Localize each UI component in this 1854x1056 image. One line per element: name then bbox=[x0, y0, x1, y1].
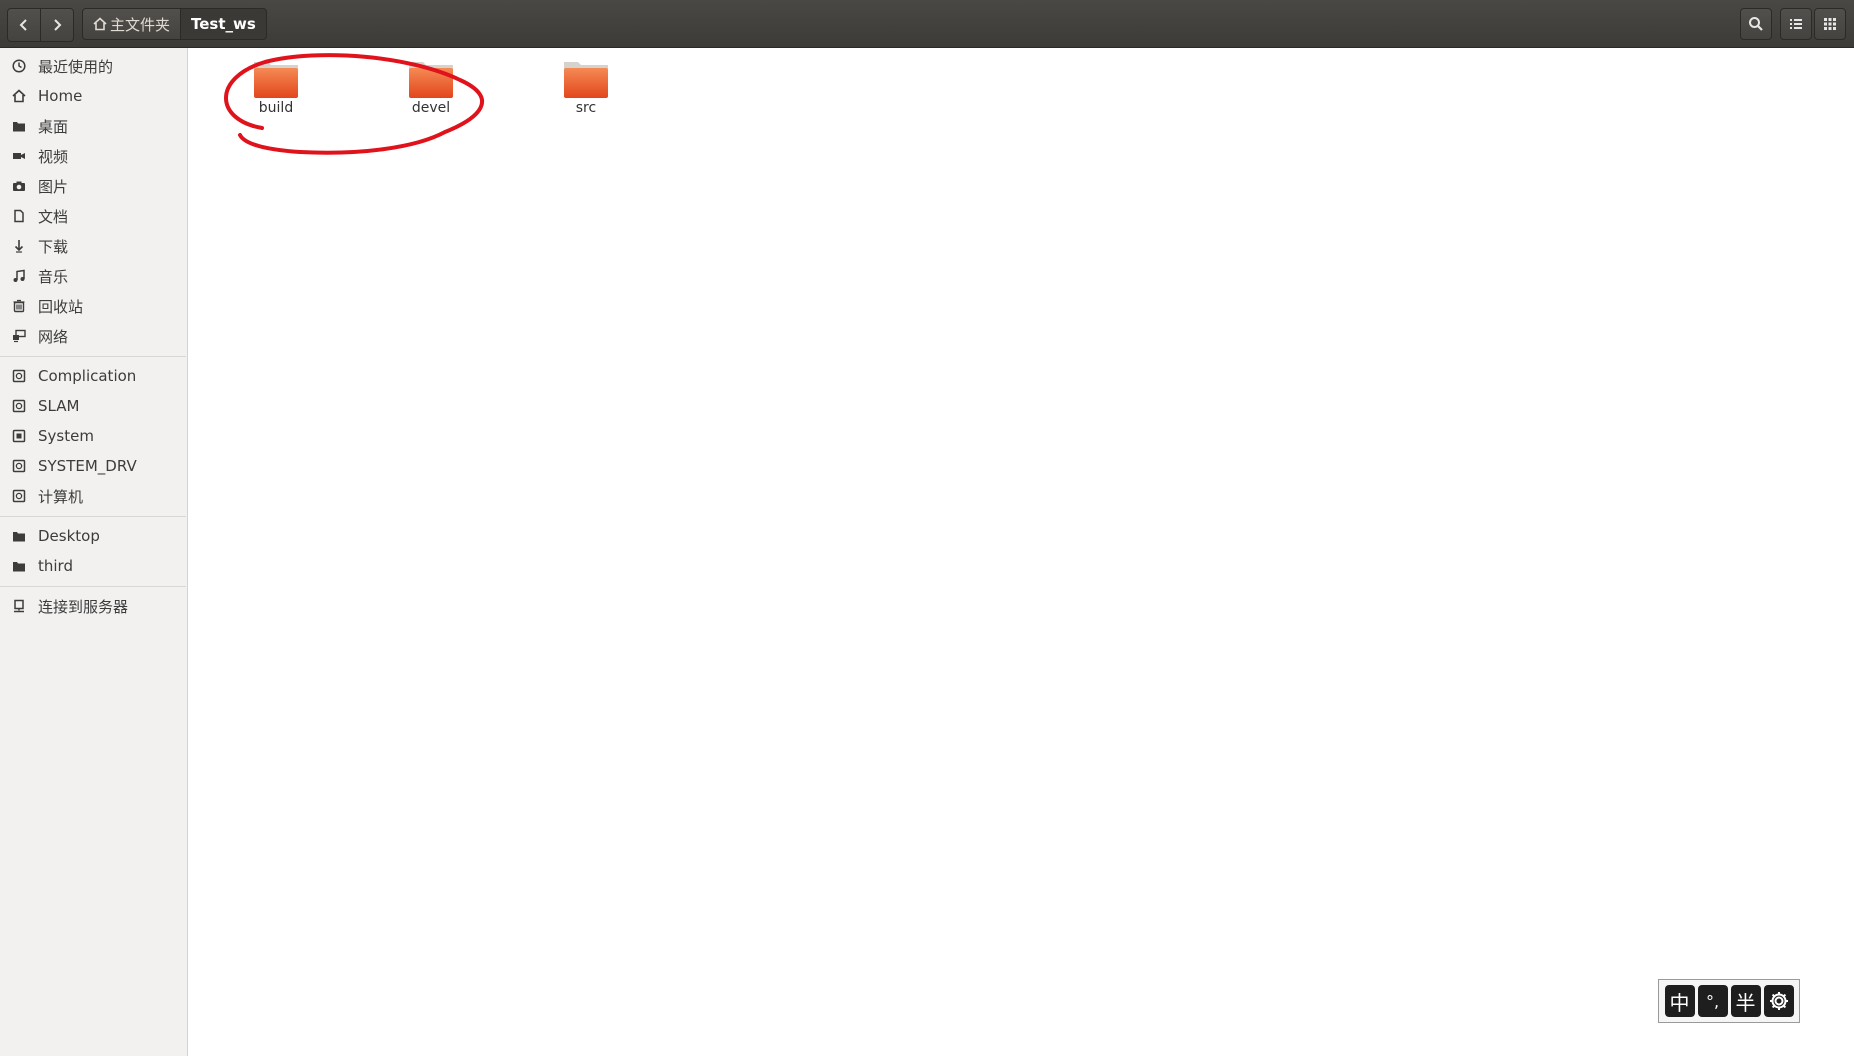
chevron-left-icon bbox=[19, 19, 27, 31]
file-item-src[interactable]: src bbox=[531, 58, 641, 138]
sidebar-item-system[interactable]: System bbox=[0, 422, 186, 450]
sidebar-item-computer[interactable]: 计算机 bbox=[0, 482, 186, 510]
folder-icon bbox=[13, 562, 25, 572]
sidebar-item-label: 最近使用的 bbox=[38, 57, 114, 76]
sidebar-item-label: 桌面 bbox=[38, 117, 69, 136]
sidebar-item-videos[interactable]: 视频 bbox=[0, 142, 186, 170]
drive-icon bbox=[12, 369, 26, 383]
folder-icon bbox=[13, 122, 25, 132]
drive-icon bbox=[12, 489, 26, 503]
back-button[interactable] bbox=[8, 9, 40, 41]
sidebar-item-connect-server[interactable]: 连接到服务器 bbox=[0, 592, 186, 620]
folder-icon bbox=[254, 62, 298, 98]
home-icon bbox=[93, 17, 107, 31]
sidebar-item-recent[interactable]: 最近使用的 bbox=[0, 52, 186, 80]
grid-view-button[interactable] bbox=[1814, 8, 1846, 40]
folder-icon bbox=[409, 62, 453, 98]
drive-icon bbox=[12, 459, 26, 473]
list-view-icon bbox=[1790, 19, 1802, 29]
sidebar-item-home[interactable]: Home bbox=[0, 82, 186, 110]
sidebar: 最近使用的 Home 桌面 视频 图片 文档 下载 音乐 回收站 网络 Comp… bbox=[0, 48, 188, 1056]
file-view: build devel src bbox=[192, 48, 1854, 1056]
video-icon bbox=[13, 153, 25, 159]
sidebar-item-trash[interactable]: 回收站 bbox=[0, 292, 186, 320]
sidebar-item-desktop[interactable]: 桌面 bbox=[0, 112, 186, 140]
list-view-button[interactable] bbox=[1780, 8, 1812, 40]
sidebar-item-documents[interactable]: 文档 bbox=[0, 202, 186, 230]
ime-half-width-button[interactable]: 半 bbox=[1730, 985, 1761, 1017]
breadcrumb-home-label: 主文件夹 bbox=[110, 15, 171, 34]
breadcrumb-current[interactable]: Test_ws bbox=[181, 8, 267, 40]
sidebar-separator bbox=[0, 356, 186, 357]
chevron-right-icon bbox=[54, 19, 62, 31]
sidebar-item-label: 连接到服务器 bbox=[38, 597, 129, 616]
sidebar-item-label: Desktop bbox=[38, 527, 100, 545]
sidebar-item-complication[interactable]: Complication bbox=[0, 362, 186, 390]
sidebar-item-label: 下载 bbox=[38, 237, 69, 256]
file-label: src bbox=[575, 100, 597, 116]
sidebar-item-label: Home bbox=[38, 87, 83, 105]
sidebar-item-label: 网络 bbox=[38, 327, 69, 346]
download-icon bbox=[14, 240, 24, 253]
ime-settings-button[interactable] bbox=[1763, 985, 1794, 1017]
trash-icon bbox=[13, 299, 25, 313]
sidebar-separator bbox=[0, 516, 186, 517]
sidebar-item-label: Complication bbox=[38, 367, 137, 385]
forward-button[interactable] bbox=[40, 9, 73, 41]
sidebar-item-label: 文档 bbox=[38, 207, 69, 226]
document-icon bbox=[14, 209, 24, 223]
header-bar: 主文件夹 Test_ws bbox=[0, 0, 1854, 48]
breadcrumb: 主文件夹 Test_ws bbox=[82, 8, 267, 40]
file-manager-window: 主文件夹 Test_ws 最近使用的 Home 桌面 视频 图片 文档 下载 音… bbox=[0, 0, 1854, 1056]
sidebar-separator bbox=[0, 586, 186, 587]
search-icon bbox=[1749, 17, 1763, 31]
breadcrumb-home[interactable]: 主文件夹 bbox=[82, 8, 182, 40]
drive-icon bbox=[12, 399, 26, 413]
sidebar-item-label: 视频 bbox=[38, 147, 69, 166]
sidebar-item-label: 回收站 bbox=[38, 297, 84, 316]
sidebar-item-pictures[interactable]: 图片 bbox=[0, 172, 186, 200]
file-item-build[interactable]: build bbox=[221, 58, 331, 138]
sidebar-item-label: third bbox=[38, 557, 73, 575]
sidebar-item-label: SYSTEM_DRV bbox=[38, 457, 137, 475]
network-icon bbox=[13, 329, 26, 343]
sidebar-item-slam[interactable]: SLAM bbox=[0, 392, 186, 420]
sidebar-item-system-drv[interactable]: SYSTEM_DRV bbox=[0, 452, 186, 480]
camera-icon bbox=[13, 181, 25, 191]
sidebar-item-music[interactable]: 音乐 bbox=[0, 262, 186, 290]
sidebar-item-desktop-bookmark[interactable]: Desktop bbox=[0, 522, 186, 550]
sidebar-item-label: SLAM bbox=[38, 397, 80, 415]
gear-icon bbox=[1769, 992, 1788, 1010]
ime-punctuation-button[interactable]: °, bbox=[1697, 985, 1728, 1017]
navigation-buttons bbox=[7, 8, 74, 42]
folder-icon bbox=[13, 532, 25, 542]
breadcrumb-current-label: Test_ws bbox=[191, 15, 256, 33]
sidebar-item-label: 图片 bbox=[38, 177, 69, 196]
search-button[interactable] bbox=[1740, 8, 1772, 40]
file-item-devel[interactable]: devel bbox=[376, 58, 486, 138]
sidebar-item-downloads[interactable]: 下载 bbox=[0, 232, 186, 260]
sidebar-item-third[interactable]: third bbox=[0, 552, 186, 580]
sidebar-item-label: 音乐 bbox=[38, 267, 69, 286]
sidebar-item-label: System bbox=[38, 427, 94, 445]
home-icon bbox=[12, 89, 26, 103]
folder-icon bbox=[564, 62, 608, 98]
music-icon bbox=[13, 269, 25, 282]
sidebar-item-network[interactable]: 网络 bbox=[0, 322, 186, 350]
server-icon bbox=[14, 599, 24, 613]
ime-chinese-mode-button[interactable]: 中 bbox=[1664, 985, 1695, 1017]
file-label: build bbox=[258, 100, 294, 116]
drive-icon bbox=[12, 429, 26, 443]
sidebar-item-label: 计算机 bbox=[38, 487, 84, 506]
grid-view-icon bbox=[1824, 18, 1836, 30]
clock-icon bbox=[12, 59, 26, 73]
file-label: devel bbox=[411, 100, 451, 116]
ime-toolbar: 中 °, 半 bbox=[1658, 979, 1800, 1023]
